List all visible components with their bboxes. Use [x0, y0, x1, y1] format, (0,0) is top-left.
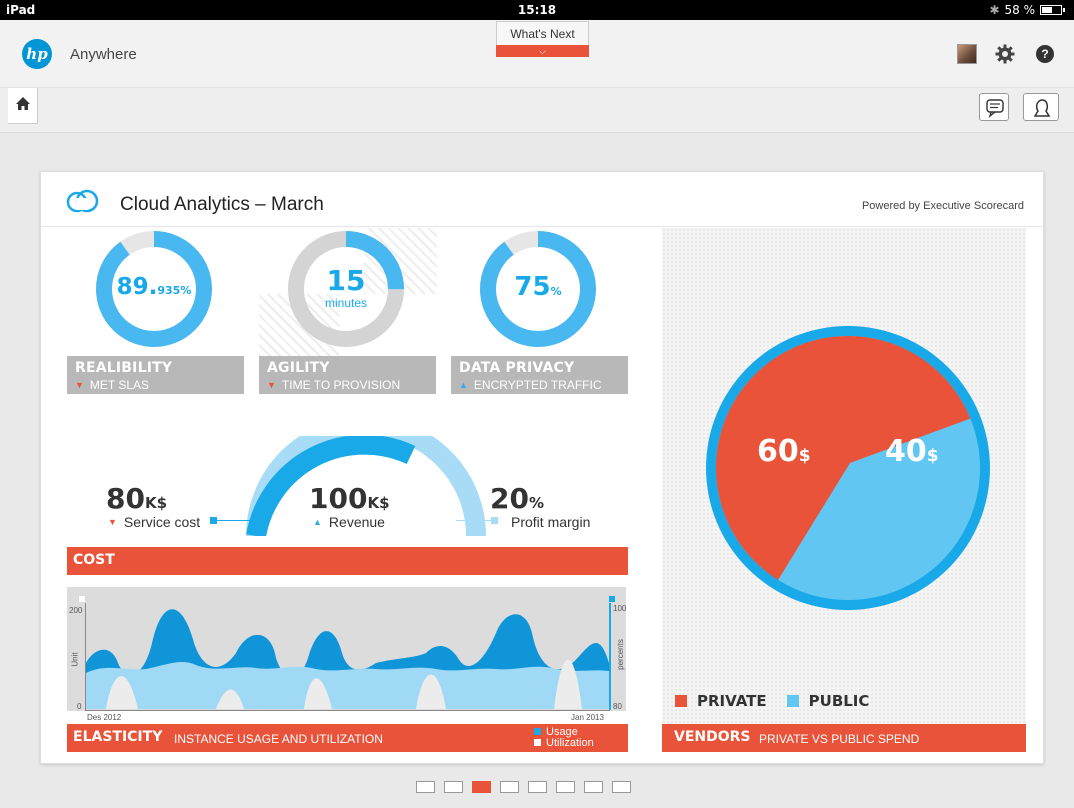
- home-icon: [16, 97, 30, 110]
- legend-public-label: PUBLIC: [808, 692, 870, 710]
- page-dot[interactable]: [472, 781, 491, 793]
- kpi-value-reliability: 89.935%: [116, 274, 192, 300]
- x-end-label: Jan 2013: [571, 713, 604, 722]
- legend-public-swatch: [786, 695, 799, 707]
- agility-number: 15: [326, 264, 366, 297]
- battery-icon: [1040, 5, 1065, 15]
- chevron-down-icon: ⌵: [496, 45, 589, 57]
- bluetooth-icon: ✱: [989, 3, 1000, 17]
- vendors-legend: PRIVATE PUBLIC: [675, 692, 869, 710]
- y-left-tick-max: 200: [69, 606, 83, 615]
- chevron-down-icon: ▼: [108, 517, 117, 527]
- page-dot[interactable]: [528, 781, 547, 793]
- y-right-tick-min: 80: [613, 702, 622, 711]
- revenue-label: ▲ Revenue: [313, 514, 385, 530]
- page-dot[interactable]: [556, 781, 575, 793]
- message-icon: [986, 99, 1004, 118]
- kpi-value-agility: 15 minutes: [286, 264, 406, 311]
- chart-right-marker: [609, 596, 615, 602]
- page-dot[interactable]: [612, 781, 631, 793]
- chart-left-marker: [79, 596, 85, 602]
- kpi-label-reliability: REALIBILITY ▼ MET SLAS: [67, 356, 244, 394]
- kpi-value-data-privacy: 75%: [514, 272, 562, 302]
- profit-margin-connector: [456, 520, 492, 521]
- profit-margin-marker: [491, 517, 498, 524]
- battery-percent: 58 %: [1004, 3, 1036, 17]
- chevron-up-icon: ▲: [459, 380, 468, 390]
- legend-private-label: PRIVATE: [697, 692, 767, 710]
- user-button[interactable]: [1023, 93, 1059, 121]
- profit-margin-value: 20%: [490, 482, 544, 515]
- chart-right-axis: [609, 603, 611, 710]
- whats-next-label: What's Next: [496, 21, 589, 45]
- chart-bottom-axis: [85, 710, 610, 711]
- page-dot[interactable]: [416, 781, 435, 793]
- home-button[interactable]: [8, 88, 38, 124]
- chevron-down-icon: ▼: [75, 380, 84, 390]
- service-cost-marker: [210, 517, 217, 524]
- clock: 15:18: [517, 3, 557, 17]
- revenue-value: 100K$: [309, 482, 390, 515]
- y-left-axis-label: Unit: [70, 652, 80, 667]
- agility-unit: minutes: [324, 296, 368, 310]
- status-bar: iPad 15:18 ✱ 58 %: [0, 0, 1074, 20]
- profit-margin-label: Profit margin: [511, 514, 591, 530]
- x-start-label: Des 2012: [87, 713, 122, 722]
- card-title: Cloud Analytics – March: [120, 194, 324, 215]
- chevron-up-icon: ▲: [313, 517, 322, 527]
- page-indicator: [416, 781, 631, 793]
- page-dot[interactable]: [584, 781, 603, 793]
- app-title: Anywhere: [70, 46, 137, 63]
- kpi-label-agility: AGILITY ▼ TIME TO PROVISION: [259, 356, 436, 394]
- kpi-label-data-privacy: DATA PRIVACY ▲ ENCRYPTED TRAFFIC: [451, 356, 628, 394]
- y-right-axis-label: percents: [615, 639, 625, 670]
- elasticity-legend: Usage Utilization: [534, 727, 594, 749]
- elasticity-waves: [86, 609, 609, 709]
- avatar[interactable]: [957, 44, 977, 64]
- hp-logo[interactable]: hp: [22, 39, 52, 69]
- chart-left-axis: [85, 603, 86, 710]
- legend-private-swatch: [675, 695, 687, 707]
- cloud-icon: [66, 189, 99, 213]
- service-cost-connector: [214, 520, 250, 521]
- service-cost-label: ▼ Service cost: [108, 514, 201, 530]
- message-button[interactable]: [979, 93, 1009, 121]
- private-value: 60$: [757, 434, 811, 469]
- status-right: ✱ 58 %: [989, 3, 1065, 17]
- vendors-section-bar: VENDORS PRIVATE VS PUBLIC SPEND: [662, 724, 1026, 752]
- service-cost-value: 80K$: [106, 482, 168, 515]
- legend-utilization: Utilization: [534, 738, 594, 749]
- gear-icon[interactable]: [995, 44, 1015, 64]
- cost-section-bar: COST: [67, 547, 628, 575]
- page-dot[interactable]: [444, 781, 463, 793]
- y-right-tick-max: 100: [613, 604, 627, 613]
- page-dot[interactable]: [500, 781, 519, 793]
- powered-by: Powered by Executive Scorecard: [861, 200, 1024, 212]
- public-value: 40$: [885, 434, 939, 469]
- whats-next-tab[interactable]: What's Next ⌵: [496, 21, 589, 59]
- help-icon[interactable]: ?: [1036, 45, 1054, 63]
- card-divider: [40, 226, 1044, 227]
- sub-bar: [0, 88, 1074, 133]
- user-icon: [1033, 99, 1051, 117]
- chevron-down-icon: ▼: [267, 380, 276, 390]
- vendors-pie: [706, 326, 990, 610]
- y-left-tick-min: 0: [77, 702, 82, 711]
